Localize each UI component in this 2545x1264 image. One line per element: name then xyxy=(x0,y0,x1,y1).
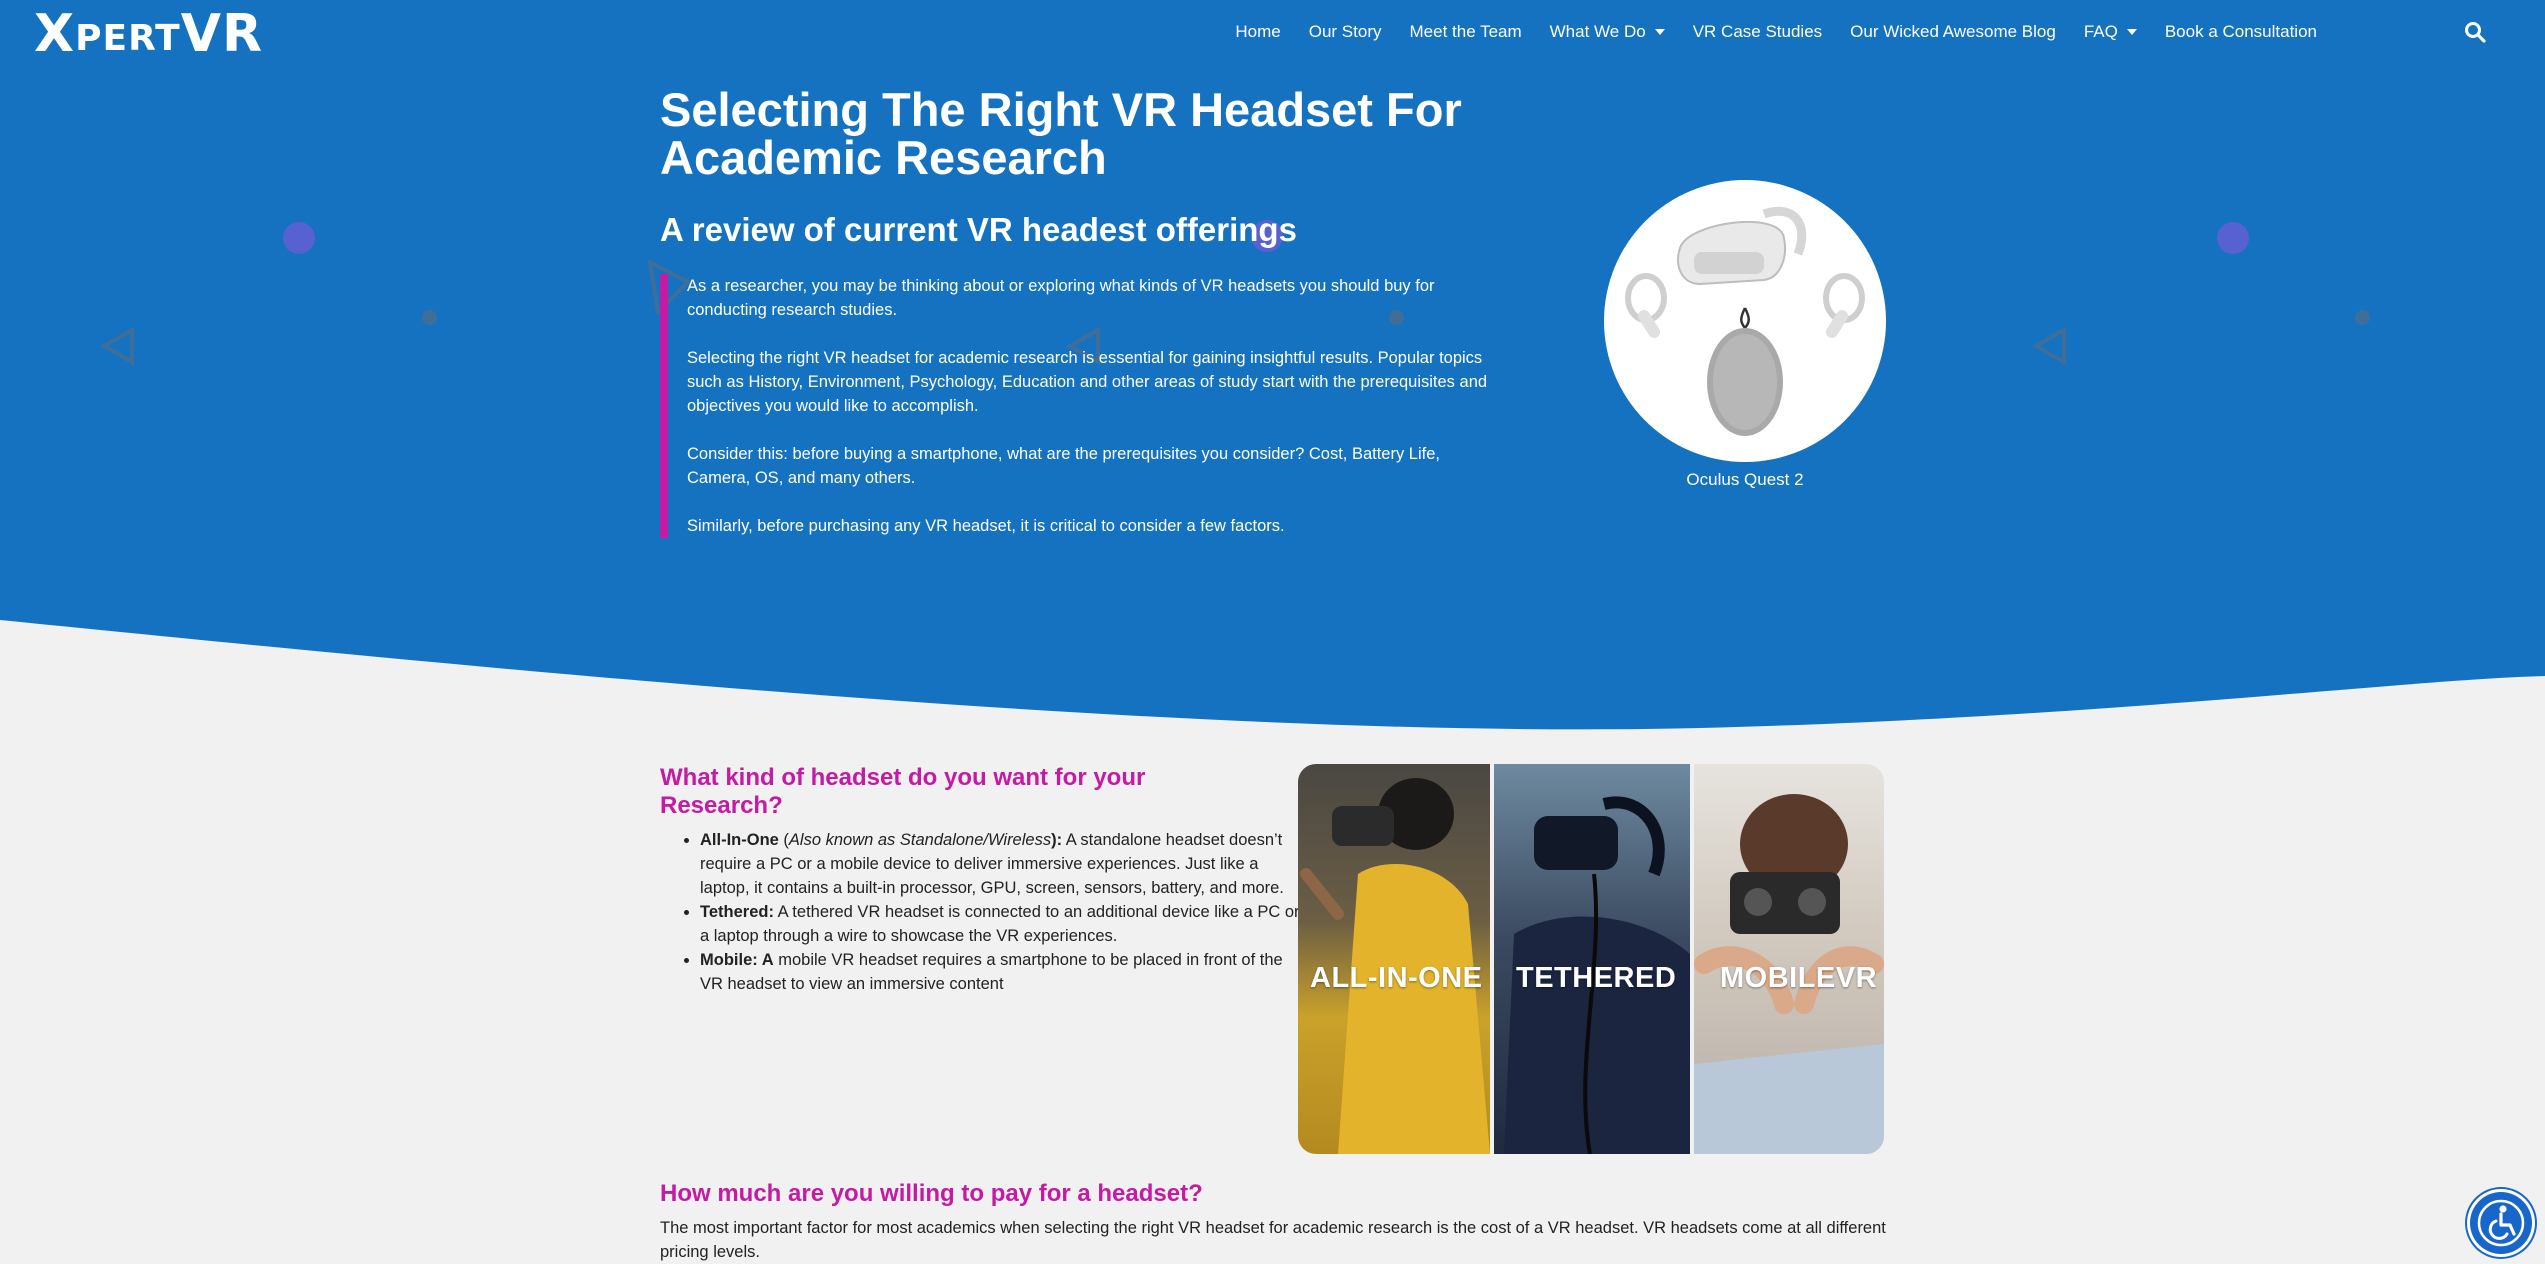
decor-dot xyxy=(2355,310,2370,325)
nav-what-we-do[interactable]: What We Do xyxy=(1550,22,1665,42)
headset-type-list: All-In-One (Also known as Standalone/Wir… xyxy=(660,828,1300,996)
list-item: All-In-One (Also known as Standalone/Wir… xyxy=(700,828,1300,900)
site-logo[interactable]: X PERT VR xyxy=(34,6,263,62)
price-paragraph: The most important factor for most acade… xyxy=(660,1219,1886,1261)
page-title: Selecting The Right VR Headset For Acade… xyxy=(660,83,1462,184)
accessibility-icon xyxy=(2477,1199,2525,1247)
nav-faq[interactable]: FAQ xyxy=(2084,22,2137,42)
section-heading-headset-type: What kind of headset do you want for you… xyxy=(660,764,1146,819)
search-icon[interactable] xyxy=(2463,20,2487,44)
nav-home[interactable]: Home xyxy=(1235,22,1280,42)
product-caption: Oculus Quest 2 xyxy=(1686,470,1804,489)
headset-illustration xyxy=(1625,206,1865,436)
decor-circle xyxy=(2217,222,2249,254)
decor-dot xyxy=(422,310,437,325)
nav-meet-the-team[interactable]: Meet the Team xyxy=(1410,22,1522,42)
list-item: Tethered: A tethered VR headset is conne… xyxy=(700,900,1300,948)
oculus-quest-image xyxy=(1604,180,1886,462)
intro-paragraph: As a researcher, you may be thinking abo… xyxy=(687,277,1435,319)
chevron-down-icon xyxy=(2126,29,2137,35)
intro-paragraph: Consider this: before buying a smartphon… xyxy=(687,445,1440,487)
accessibility-button[interactable] xyxy=(2470,1192,2532,1254)
page-subtitle: A review of current VR headest offerings xyxy=(660,211,1297,248)
list-item: Mobile: A mobile VR headset requires a s… xyxy=(700,948,1300,996)
nav-blog[interactable]: Our Wicked Awesome Blog xyxy=(1850,22,2056,42)
headset-types-image: ALL-IN-ONE TETHERED MOBILEVR xyxy=(1298,764,1884,1154)
decor-circle xyxy=(283,222,315,254)
intro-block: As a researcher, you may be thinking abo… xyxy=(660,274,1490,538)
intro-paragraph: Similarly, before purchasing any VR head… xyxy=(687,517,1285,535)
image-label-tethered: TETHERED xyxy=(1516,962,1677,994)
image-label-mobile-vr: MOBILEVR xyxy=(1720,962,1878,994)
decor-triangle xyxy=(99,326,134,366)
decor-triangle xyxy=(2031,326,2066,366)
wave-divider xyxy=(0,620,2545,740)
chevron-down-icon xyxy=(1654,29,1665,35)
nav-our-story[interactable]: Our Story xyxy=(1309,22,1382,42)
mobile-vr-panel: MOBILEVR xyxy=(1694,764,1884,1154)
section-heading-price: How much are you willing to pay for a he… xyxy=(660,1180,1203,1207)
nav-book-consultation[interactable]: Book a Consultation xyxy=(2165,22,2317,42)
tethered-panel: TETHERED xyxy=(1494,764,1690,1154)
all-in-one-panel: ALL-IN-ONE xyxy=(1298,764,1490,1154)
nav-vr-case-studies[interactable]: VR Case Studies xyxy=(1693,22,1822,42)
main-nav: Home Our Story Meet the Team What We Do … xyxy=(1207,19,2317,45)
image-label-all-in-one: ALL-IN-ONE xyxy=(1310,962,1483,994)
hero-section: X PERT VR Home Our Story Meet the Team Wha… xyxy=(0,0,2545,740)
intro-paragraph: Selecting the right VR headset for acade… xyxy=(687,349,1488,415)
